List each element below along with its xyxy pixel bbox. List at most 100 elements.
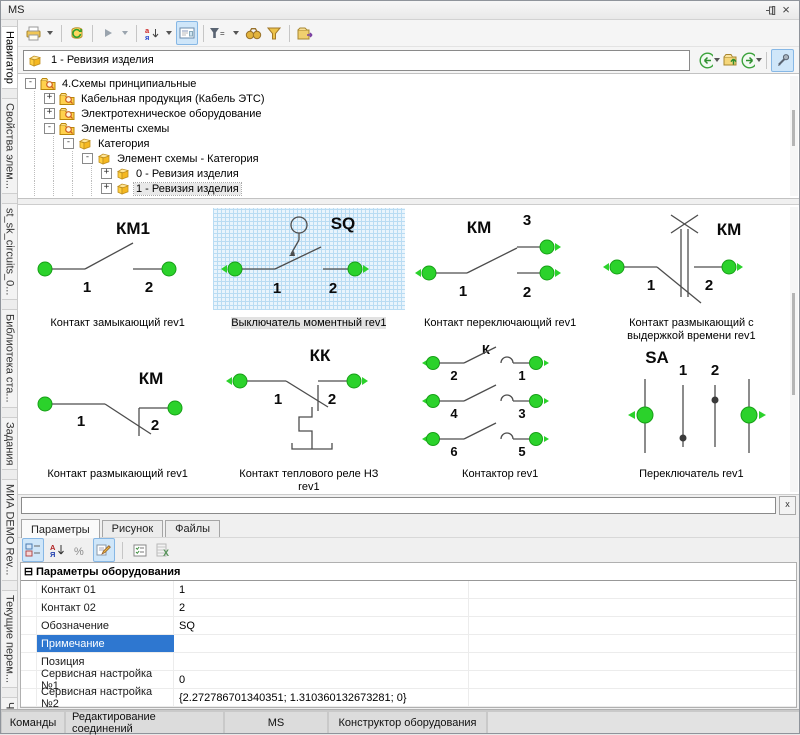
pin-icon[interactable] bbox=[762, 3, 778, 17]
tree-row[interactable]: - 4.Схемы принципиальные bbox=[18, 76, 799, 91]
tree-row[interactable]: - Категория bbox=[18, 136, 799, 151]
symbol-tile-contact-nc[interactable]: КМ 1 2 Контакт размыкающий rev1 bbox=[22, 343, 213, 494]
tree-scrollbar-thumb[interactable] bbox=[792, 110, 795, 146]
find-icon[interactable] bbox=[243, 22, 263, 44]
property-category-header[interactable]: ⊟ Параметры оборудования bbox=[21, 563, 796, 581]
tree-indent-guide bbox=[25, 136, 44, 151]
card-view-icon[interactable] bbox=[176, 21, 198, 45]
print-dropdown-icon[interactable] bbox=[44, 22, 56, 44]
component-icon bbox=[28, 54, 42, 67]
sort-az-icon[interactable]: АЯ bbox=[47, 539, 67, 561]
symbol-tile-contactor[interactable]: К 2 1 4 3 6 5 Контактор rev1 bbox=[405, 343, 596, 494]
export-excel-icon[interactable]: X bbox=[153, 539, 173, 561]
left-tab-5[interactable]: МИА DEMO Rev... bbox=[2, 479, 17, 580]
statusbar-tab-1[interactable]: Редактирование соединений bbox=[66, 712, 223, 733]
property-value[interactable]: П bbox=[174, 707, 796, 708]
tab-parameters[interactable]: Параметры bbox=[21, 519, 100, 538]
tree-item-icon bbox=[116, 182, 130, 195]
filter-input[interactable] bbox=[21, 497, 776, 514]
left-tab-6[interactable]: Текущие перем... bbox=[2, 590, 17, 688]
property-value[interactable]: {2.272786701340351; 1.310360132673281; 0… bbox=[174, 689, 796, 706]
revision-combobox[interactable]: 1 - Ревизия изделия bbox=[23, 50, 690, 71]
svg-text:%: % bbox=[74, 546, 84, 557]
tree-expander[interactable]: - bbox=[25, 78, 36, 89]
property-pages-icon[interactable] bbox=[130, 539, 150, 561]
symbol-tile-contact-time-delay[interactable]: КМ 1 2 Контакт размыкающий с выдержкой в… bbox=[596, 208, 787, 343]
tree-expander[interactable]: - bbox=[44, 123, 55, 134]
run-dropdown-icon[interactable] bbox=[119, 22, 131, 44]
property-name[interactable]: Сервисная настройка №2 bbox=[37, 689, 174, 706]
symbol-tile-momentary-switch[interactable]: SQ 1 2 Выключатель моментный rev1 bbox=[213, 208, 404, 343]
tree-row[interactable]: - Элемент схемы - Категория bbox=[18, 151, 799, 166]
run-icon[interactable] bbox=[98, 22, 118, 44]
tree-row[interactable]: + Электротехническое оборудование bbox=[18, 106, 799, 121]
property-value[interactable] bbox=[174, 653, 796, 670]
left-tab-2[interactable]: st_sk_circuits_0... bbox=[2, 203, 17, 300]
clear-filter-button[interactable]: x bbox=[779, 496, 796, 515]
property-row[interactable]: Сервисная настройка №2 {2.27278670134035… bbox=[21, 689, 796, 707]
left-tab-1[interactable]: Свойства элем... bbox=[2, 98, 17, 194]
left-tab-0[interactable]: Навигатор bbox=[2, 26, 17, 89]
folder-up-button[interactable] bbox=[720, 50, 741, 71]
filter-condition-icon[interactable]: = bbox=[209, 22, 229, 44]
symbol-tile-thermal-relay-contact[interactable]: КК 1 2 Контакт теплового реле НЗ rev1 bbox=[213, 343, 404, 494]
library-scrollbar-thumb[interactable] bbox=[792, 293, 795, 396]
statusbar-tab-0[interactable]: Команды bbox=[2, 712, 64, 733]
pin-selection-button[interactable] bbox=[771, 49, 794, 72]
tree-expander[interactable]: + bbox=[101, 168, 112, 179]
tree-row[interactable]: - Элементы схемы bbox=[18, 121, 799, 136]
symbol-tile-contact-no[interactable]: КМ1 1 2 Контакт замыкающий rev1 bbox=[22, 208, 213, 343]
property-value[interactable]: 2 bbox=[174, 599, 796, 616]
edit-icon[interactable] bbox=[93, 538, 115, 562]
tree-expander[interactable]: + bbox=[101, 183, 112, 194]
tree-expander[interactable]: + bbox=[44, 93, 55, 104]
symbol-tile-contact-changeover[interactable]: КМ 1 3 2 Контакт переключающий rev1 bbox=[405, 208, 596, 343]
property-name[interactable]: Поворот bbox=[37, 707, 174, 708]
property-row-gutter bbox=[21, 635, 37, 652]
property-value[interactable]: 0 bbox=[174, 671, 796, 688]
sort-icon[interactable]: ая bbox=[142, 22, 162, 44]
statusbar-tab-2[interactable]: MS bbox=[225, 712, 327, 733]
tree-row[interactable]: + 0 - Ревизия изделия bbox=[18, 166, 799, 181]
tree-row[interactable]: + Кабельная продукция (Кабель ЭТС) bbox=[18, 91, 799, 106]
refresh-data-icon[interactable] bbox=[67, 22, 87, 44]
left-tab-3[interactable]: Библиотека ста... bbox=[2, 309, 17, 408]
symbol-tile-selector-switch[interactable]: SA 1 2 Переключатель rev1 bbox=[596, 343, 787, 494]
property-value[interactable]: 1 bbox=[174, 581, 796, 598]
property-row[interactable]: Контакт 02 2 bbox=[21, 599, 796, 617]
property-row[interactable]: Примечание bbox=[21, 635, 796, 653]
svg-text:2: 2 bbox=[705, 277, 713, 294]
back-button[interactable] bbox=[699, 50, 720, 71]
property-name[interactable]: Контакт 02 bbox=[37, 599, 174, 616]
filter-dropdown-icon[interactable] bbox=[230, 22, 242, 44]
property-row[interactable]: Поворот П bbox=[21, 707, 796, 708]
funnel-icon[interactable] bbox=[264, 22, 284, 44]
statusbar-tab-3[interactable]: Конструктор оборудования bbox=[329, 712, 486, 733]
close-icon[interactable]: × bbox=[778, 3, 794, 17]
percent-icon[interactable]: % bbox=[70, 539, 90, 561]
property-value[interactable]: SQ bbox=[174, 617, 796, 634]
tree-expander[interactable]: + bbox=[44, 108, 55, 119]
tree-expander[interactable]: - bbox=[63, 138, 74, 149]
sort-dropdown-icon[interactable] bbox=[163, 22, 175, 44]
property-name[interactable]: Примечание bbox=[37, 635, 174, 652]
property-name[interactable]: Обозначение bbox=[37, 617, 174, 634]
tree-row[interactable]: + 1 - Ревизия изделия bbox=[18, 181, 799, 196]
collapse-icon[interactable]: ⊟ bbox=[21, 565, 36, 578]
export-icon[interactable] bbox=[295, 22, 315, 44]
symbol-library: КМ1 1 2 Контакт замыкающий rev1 SQ 1 bbox=[18, 205, 799, 494]
property-name[interactable]: Контакт 01 bbox=[37, 581, 174, 598]
tab-files[interactable]: Файлы bbox=[165, 520, 220, 537]
toolbar-separator bbox=[289, 25, 290, 42]
tree-expander[interactable]: - bbox=[82, 153, 93, 164]
property-row[interactable]: Контакт 01 1 bbox=[21, 581, 796, 599]
tree-scrollbar[interactable] bbox=[790, 76, 798, 196]
tab-drawing[interactable]: Рисунок bbox=[102, 520, 164, 537]
print-icon[interactable] bbox=[23, 22, 43, 44]
categorized-view-icon[interactable] bbox=[22, 538, 44, 562]
left-tab-4[interactable]: Задания bbox=[2, 417, 17, 470]
property-value[interactable] bbox=[174, 635, 796, 652]
forward-button[interactable] bbox=[741, 50, 762, 71]
library-scrollbar[interactable] bbox=[790, 207, 798, 492]
property-row[interactable]: Обозначение SQ bbox=[21, 617, 796, 635]
